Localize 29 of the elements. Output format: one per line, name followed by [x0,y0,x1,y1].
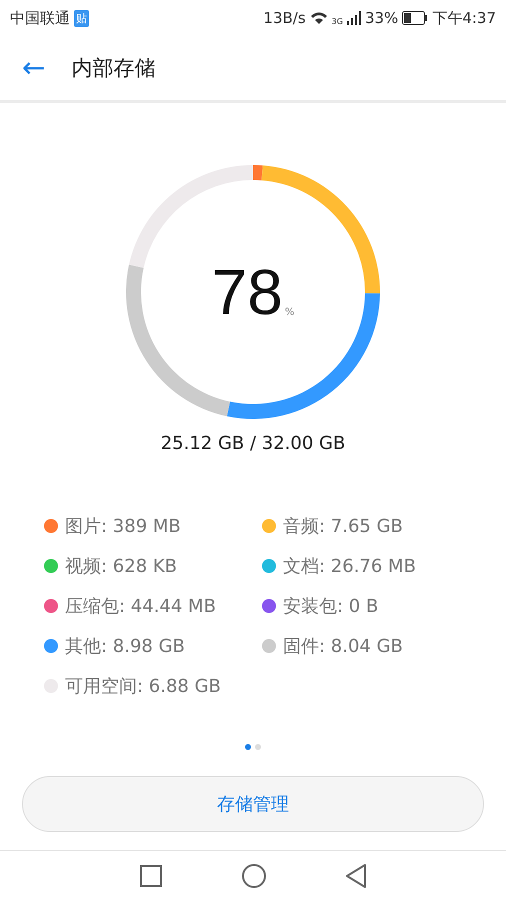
usage-percent: 78 [212,255,283,329]
legend-label: 固件: 8.04 GB [283,635,403,658]
legend-label: 压缩包: 44.44 MB [65,595,216,618]
legend-label: 音频: 7.65 GB [283,515,403,538]
back-button[interactable]: ← [22,54,46,82]
network-type: 3G [332,16,343,26]
network-speed: 13B/s [263,9,306,27]
legend-label: 安装包: 0 B [283,595,378,618]
battery-percent: 33% [364,9,398,27]
carrier-name: 中国联通 [10,8,70,28]
clock: 下午4:37 [432,8,496,28]
recents-icon[interactable] [140,865,162,887]
notification-badge: 贴 [74,10,89,26]
legend-label: 可用空间: 6.88 GB [65,675,221,698]
wifi-icon [310,11,328,25]
legend-label: 文档: 26.76 MB [283,555,416,578]
signal-icon [346,11,361,25]
percent-unit: % [284,306,294,318]
page-dot[interactable] [245,744,251,750]
page-dot[interactable] [255,744,261,750]
battery-icon [402,11,428,25]
home-icon[interactable] [242,864,266,888]
back-icon[interactable] [346,864,366,888]
storage-manage-button[interactable]: 存储管理 [22,776,484,832]
legend-label: 其他: 8.98 GB [65,635,185,658]
page-title: 内部存储 [71,55,156,82]
storage-total: 25.12 GB / 32.00 GB [160,433,346,454]
legend-label: 视频: 628 KB [65,555,178,578]
legend-label: 图片: 389 MB [65,515,181,538]
